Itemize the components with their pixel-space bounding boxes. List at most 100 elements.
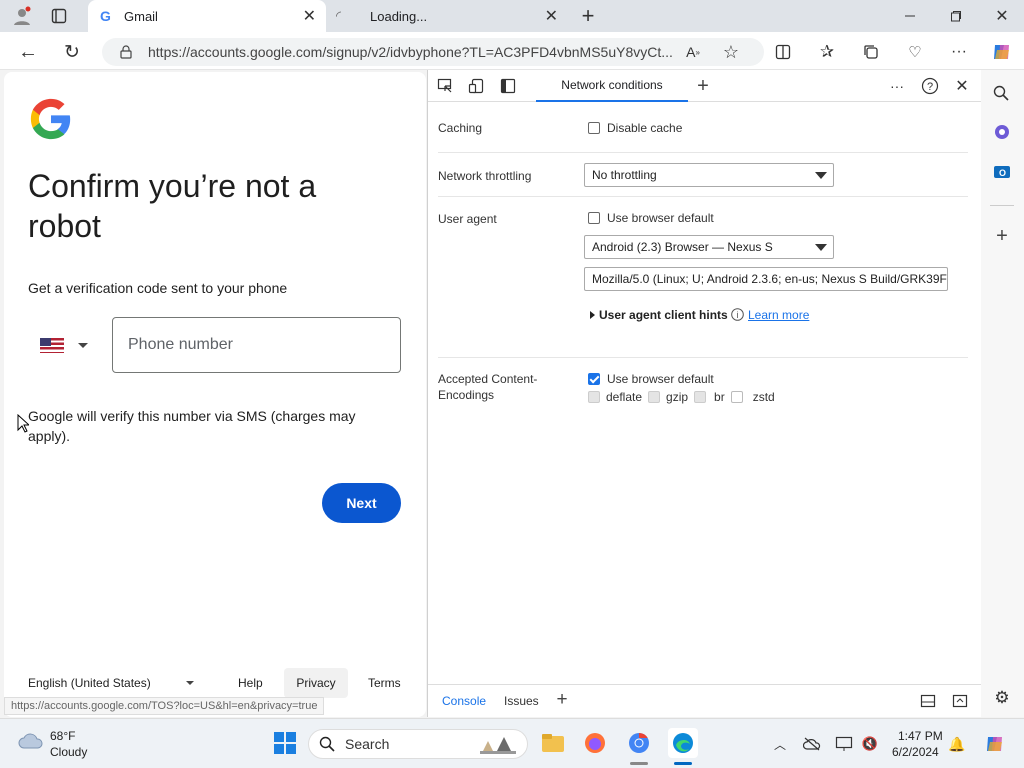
chevron-down-icon [78,342,88,348]
user-agent-label: User agent [438,212,497,226]
volume-icon[interactable]: 🔇 [860,734,880,754]
browser-essentials-icon[interactable]: ♡ [904,41,926,63]
restore-icon[interactable] [944,4,968,28]
dock-side-icon[interactable] [498,76,518,96]
country-selector[interactable] [40,333,98,357]
split-screen-icon[interactable] [772,41,794,63]
tab-network-conditions[interactable]: Network conditions [536,70,688,102]
clock-time[interactable]: 1:47 PM [898,729,943,743]
collections-icon[interactable] [860,41,882,63]
status-bar-url: https://accounts.google.com/TOS?loc=US&h… [4,697,325,715]
zstd-checkbox[interactable] [730,391,743,403]
title-line-2: robot [28,208,101,244]
chevron-down-icon [186,681,194,685]
tab-loading[interactable]: ◜ Loading... ✕ [330,0,566,32]
lock-icon[interactable] [117,42,135,62]
info-icon[interactable]: i [730,307,744,321]
terms-link[interactable]: Terms [368,676,401,690]
deflate-checkbox[interactable] [588,391,600,403]
taskbar-active-indicator [674,762,692,765]
br-label: br [714,390,725,404]
drawer-tab-console[interactable]: Console [442,694,486,708]
clock-date[interactable]: 6/2/2024 [892,745,939,759]
devtools-more-icon[interactable]: ··· [886,76,908,96]
copilot-icon[interactable] [988,38,1016,66]
enc-default-label: Use browser default [607,372,714,386]
tab-actions-icon[interactable] [48,6,70,26]
encodings-label-1: Accepted Content- [438,372,538,386]
user-agent-string-input[interactable]: Mozilla/5.0 (Linux; U; Android 2.3.6; en… [584,267,948,291]
address-bar[interactable]: https://accounts.google.com/signup/v2/id… [102,38,764,66]
back-icon[interactable]: ← [16,40,40,64]
gzip-checkbox[interactable] [648,391,661,403]
add-panel-icon[interactable]: + [692,75,714,97]
language-selector[interactable]: English (United States) [28,676,196,692]
enc-use-default-checkbox[interactable]: Use browser default [588,372,714,386]
onedrive-icon[interactable] [802,734,822,754]
search-icon[interactable] [990,82,1012,104]
add-drawer-tab-icon[interactable]: + [553,689,571,710]
disable-cache-label: Disable cache [607,121,683,135]
disable-cache-checkbox[interactable]: Disable cache [588,121,682,135]
next-button[interactable]: Next [322,483,401,523]
weather-temp[interactable]: 68°F [50,729,75,743]
weather-desc[interactable]: Cloudy [50,745,87,759]
firefox-icon[interactable] [580,728,610,758]
refresh-icon[interactable]: ↻ [60,40,84,64]
user-agent-select[interactable]: Android (2.3) Browser — Nexus S [584,235,834,259]
help-link[interactable]: Help [238,676,263,690]
minimize-icon[interactable] [898,4,922,28]
outlook-icon[interactable]: O [992,162,1012,182]
us-flag-icon [40,337,64,353]
drawer-tab-issues[interactable]: Issues [504,694,539,708]
zstd-label: zstd [752,390,775,404]
search-icon [319,736,335,752]
tab-gmail[interactable]: G Gmail ✕ [88,0,326,32]
device-emulation-icon[interactable] [466,76,486,96]
notification-bell-icon[interactable]: 🔔 [947,734,967,754]
sms-note-line-2: apply). [28,428,71,444]
privacy-link[interactable]: Privacy [284,668,348,698]
learn-more-link[interactable]: Learn more [748,308,809,322]
close-window-icon[interactable]: ✕ [990,4,1014,28]
chrome-icon[interactable] [624,728,654,758]
ua-string-value: Mozilla/5.0 (Linux; U; Android 2.3.6; en… [592,272,948,286]
close-tab-icon[interactable]: ✕ [545,6,558,26]
panel-tab-label: Network conditions [561,78,663,92]
br-checkbox[interactable] [694,391,707,403]
page-subtitle: Get a verification code sent to your pho… [28,280,288,296]
inspect-element-icon[interactable] [435,76,455,96]
windows-start-icon[interactable] [270,728,300,758]
settings-gear-icon[interactable]: ⚙ [992,688,1012,708]
new-tab-icon[interactable]: + [576,3,600,28]
read-aloud-icon[interactable]: A» [682,41,704,63]
sidebar-app-icon[interactable] [992,122,1012,142]
copilot-preview-icon[interactable] [982,731,1008,757]
file-explorer-icon[interactable] [538,728,568,758]
throttling-select[interactable]: No throttling [584,163,834,187]
chevron-up-icon[interactable]: ︿ [772,735,788,753]
more-menu-icon[interactable]: ··· [948,41,970,63]
ua-use-default-checkbox[interactable]: Use browser default [588,211,714,225]
ua-select-value: Android (2.3) Browser — Nexus S [592,240,773,254]
drawer-dock-icon[interactable] [918,692,938,710]
phone-placeholder: Phone number [128,336,233,353]
favorite-star-icon[interactable]: ☆ [720,41,742,63]
phone-input[interactable]: Phone number [112,317,401,373]
display-icon[interactable] [834,734,854,754]
favorites-icon[interactable]: ✰ [816,41,838,63]
ua-client-hints-toggle[interactable]: User agent client hints [590,308,728,322]
add-sidebar-icon[interactable]: + [992,225,1012,247]
edge-icon[interactable] [668,728,698,758]
chevron-down-icon [815,172,827,179]
profile-icon[interactable] [10,5,34,27]
close-devtools-icon[interactable]: ✕ [952,76,972,96]
loading-spinner-icon: ◜ [336,8,342,23]
encodings-label-2: Encodings [438,388,495,402]
help-icon[interactable]: ? [920,76,940,96]
divider [990,205,1014,206]
divider [438,196,968,197]
close-tab-icon[interactable]: ✕ [303,6,316,26]
cloudy-weather-icon[interactable] [18,730,44,752]
drawer-close-icon[interactable] [950,692,970,710]
